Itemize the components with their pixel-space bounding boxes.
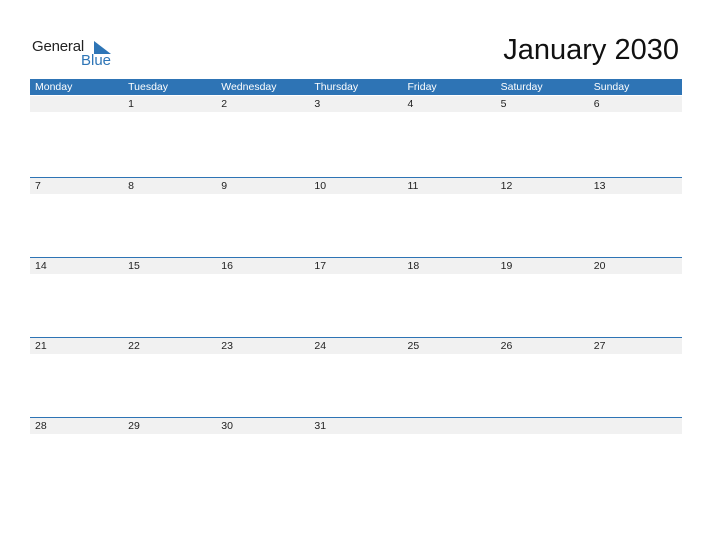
week-row: 1 2 3 4 5 6 xyxy=(30,96,682,176)
logo-word-blue: Blue xyxy=(81,52,112,69)
day-cell: 15 xyxy=(128,260,140,272)
day-cell: 18 xyxy=(407,260,420,272)
day-cell xyxy=(589,418,682,434)
weekday-header: Monday Tuesday Wednesday Thursday Friday… xyxy=(30,79,682,95)
calendar-title: January 2030 xyxy=(503,34,679,66)
day-cell: 12 xyxy=(500,180,513,192)
day-cell: 16 xyxy=(221,260,233,272)
day-cell: 7 xyxy=(35,180,41,192)
day-cell: 13 xyxy=(593,180,606,192)
day-cell: 1 xyxy=(128,98,134,110)
day-cell: 26 xyxy=(500,340,513,352)
date-strip: 1 2 3 4 5 6 xyxy=(30,96,682,112)
weekday-tuesday: Tuesday xyxy=(128,81,169,93)
logo: General Blue xyxy=(32,38,122,72)
day-cell: 24 xyxy=(314,340,327,352)
day-cell: 23 xyxy=(221,340,233,352)
day-cell: 10 xyxy=(314,180,327,192)
week-row: 21 22 23 24 25 26 27 xyxy=(30,337,682,418)
day-cell: 21 xyxy=(35,340,47,352)
weekday-saturday: Saturday xyxy=(500,81,543,93)
day-cell: 6 xyxy=(593,98,600,110)
day-cell: 27 xyxy=(593,340,606,352)
day-cell: 31 xyxy=(314,420,327,432)
day-cell: 4 xyxy=(407,98,414,110)
day-cell: 28 xyxy=(35,420,47,432)
day-cell: 17 xyxy=(314,260,327,272)
week-row: 7 8 9 10 11 12 13 xyxy=(30,177,682,258)
date-strip: 7 8 9 10 11 12 13 xyxy=(30,178,682,194)
day-cell: 14 xyxy=(35,260,47,272)
day-cell: 30 xyxy=(221,420,233,432)
week-row: 14 15 16 17 18 19 20 xyxy=(30,257,682,338)
day-cell: 8 xyxy=(128,180,134,192)
day-cell: 25 xyxy=(407,340,420,352)
week-row: 28 29 30 31 xyxy=(30,417,682,498)
weekday-sunday: Sunday xyxy=(593,81,630,93)
day-cell: 29 xyxy=(128,420,140,432)
weekday-friday: Friday xyxy=(407,81,437,93)
date-strip: 14 15 16 17 18 19 20 xyxy=(30,258,682,274)
day-cell: 5 xyxy=(500,98,507,110)
day-cell: 22 xyxy=(128,340,140,352)
date-strip: 21 22 23 24 25 26 27 xyxy=(30,338,682,354)
day-cell: 20 xyxy=(593,260,606,272)
logo-word-general: General xyxy=(32,38,84,55)
weekday-monday: Monday xyxy=(35,81,73,93)
day-cell: 3 xyxy=(314,98,321,110)
weekday-wednesday: Wednesday xyxy=(221,81,277,93)
day-cell: 11 xyxy=(407,180,419,192)
day-cell xyxy=(496,418,589,434)
day-cell xyxy=(30,96,123,112)
day-cell: 19 xyxy=(500,260,513,272)
date-strip: 28 29 30 31 xyxy=(30,418,682,434)
day-cell xyxy=(403,418,496,434)
weekday-thursday: Thursday xyxy=(314,81,359,93)
day-cell: 9 xyxy=(221,180,228,192)
day-cell: 2 xyxy=(221,98,228,110)
